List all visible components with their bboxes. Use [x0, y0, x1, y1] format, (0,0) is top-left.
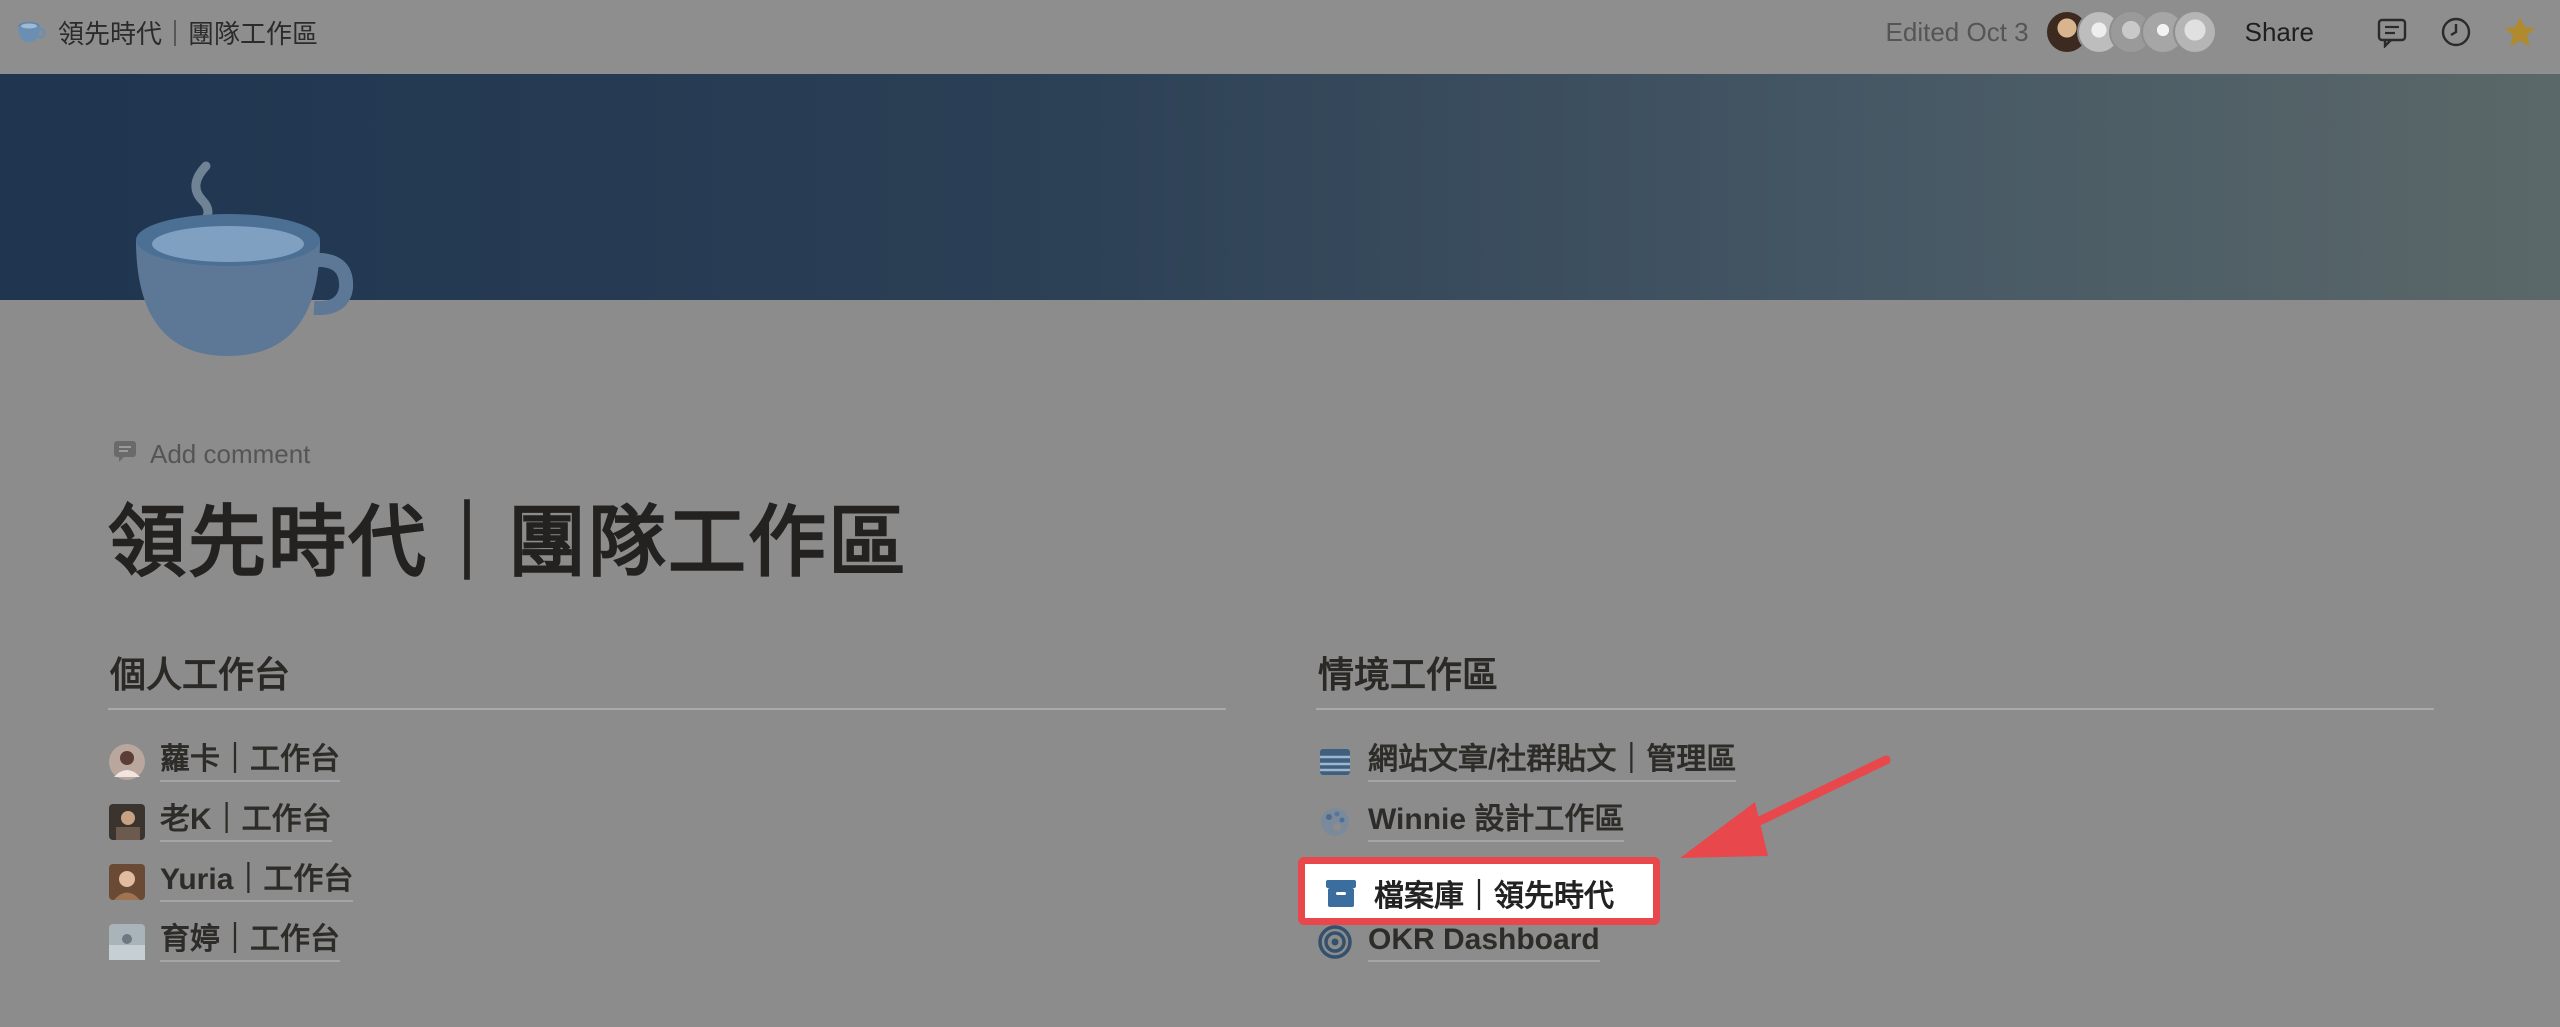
column-heading[interactable]: 個人工作台 [110, 650, 1226, 708]
page-title[interactable]: 領先時代｜團隊工作區 [108, 480, 908, 592]
annotation-arrow [1680, 755, 1891, 858]
page-link-archive[interactable]: 檔案庫｜領先時代 [1308, 866, 1614, 920]
breadcrumb-title: 領先時代｜團隊工作區 [58, 18, 319, 49]
comment-icon[interactable] [2374, 14, 2410, 50]
page-link[interactable]: 老K｜工作台 [108, 792, 1226, 852]
avatar [108, 803, 146, 841]
page-cover[interactable] [0, 74, 2560, 300]
page-link-label: 育婷｜工作台 [160, 923, 340, 962]
target-icon [1316, 923, 1354, 961]
add-comment-label: Add comment [150, 439, 311, 469]
page-link-label: 檔案庫｜領先時代 [1374, 880, 1614, 913]
avatar [108, 743, 146, 781]
list-icon [1316, 743, 1354, 781]
edited-timestamp: Edited Oct 3 [1885, 16, 2029, 47]
coffee-cup-icon[interactable] [128, 160, 358, 370]
page-link[interactable]: 蘿卡｜工作台 [108, 732, 1226, 792]
breadcrumb[interactable]: 領先時代｜團隊工作區 [16, 0, 318, 64]
palette-icon [1316, 803, 1354, 841]
page-link[interactable]: 育婷｜工作台 [108, 912, 1226, 972]
avatar [108, 863, 146, 901]
collaborator-avatars[interactable] [2044, 10, 2217, 54]
top-bar: 領先時代｜團隊工作區 Edited Oct 3 Share [0, 0, 2560, 74]
page-link[interactable]: Yuria｜工作台 [108, 852, 1226, 912]
page-link-label: Winnie 設計工作區 [1368, 803, 1625, 842]
page-link-label: 老K｜工作台 [160, 803, 332, 842]
avatar [2172, 10, 2217, 54]
page-link-label: 蘿卡｜工作台 [160, 743, 340, 782]
history-clock-icon[interactable] [2438, 14, 2474, 50]
page-link-label: OKR Dashboard [1368, 923, 1600, 962]
column-heading[interactable]: 情境工作區 [1318, 650, 2434, 708]
archive-box-icon [1322, 874, 1360, 912]
divider [108, 708, 1226, 710]
avatar [108, 923, 146, 961]
comment-icon [112, 438, 138, 471]
coffee-cup-icon [16, 16, 46, 49]
share-button[interactable]: Share [2245, 17, 2314, 48]
page-link-label: Yuria｜工作台 [160, 863, 354, 902]
personal-workspace-column: 個人工作台 蘿卡｜工作台 老K｜工作台 Yuria｜工作台 育婷｜工作台 [108, 650, 1226, 972]
add-comment-button[interactable]: Add comment [112, 438, 310, 471]
favorite-star-icon[interactable] [2502, 14, 2538, 50]
divider [1316, 708, 2434, 710]
